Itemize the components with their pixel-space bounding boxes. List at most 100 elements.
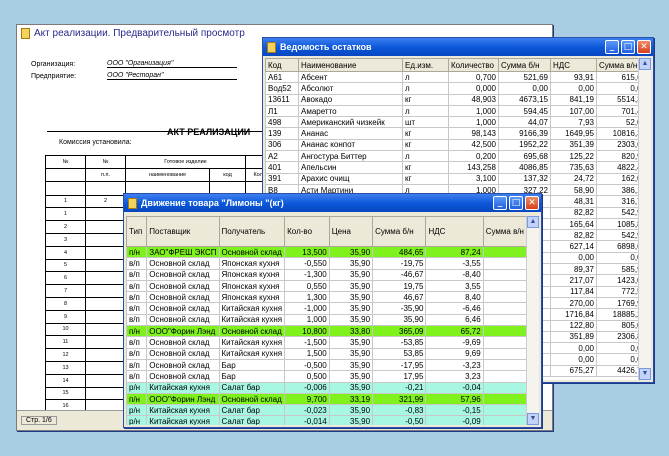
table-row[interactable]: 306 Ананас конпот кг 42,500 1952,22 351,39 230… (265, 138, 649, 152)
table-cell: 8,40 (425, 291, 484, 304)
akt-sub-name: наименование (125, 167, 210, 182)
table-cell: 0,550 (284, 279, 330, 293)
table-cell: Японская кухня (218, 268, 286, 281)
vedomost-scrollbar[interactable]: ▲ ▼ (638, 58, 651, 380)
table-cell: 165,64 (550, 217, 597, 231)
table-cell: -1,300 (284, 268, 330, 281)
dvizhenie-window[interactable]: Движение товара "Лимоны "(кг) _ □ ✕ Тип П… (123, 193, 542, 428)
table-cell: Основной склад (218, 245, 286, 259)
table-cell: Китайская кухня (218, 302, 286, 315)
close-icon[interactable]: ✕ (525, 196, 539, 210)
akt-row-empty (85, 322, 126, 337)
table-row[interactable]: в/п Основной склад Бар 0,500 35,90 17,95 3,23 (126, 370, 527, 383)
table-cell: -0,15 (425, 404, 484, 417)
vedomost-column-header[interactable]: Код (265, 58, 299, 72)
vedomost-column-header[interactable]: НДС (550, 58, 597, 72)
table-row[interactable]: 139 Ананас кг 98,143 9166,39 1649,95 10816,34 (265, 127, 649, 140)
table-row[interactable]: в/п Основной склад Китайская кухня -1,000 35… (126, 302, 527, 315)
table-row[interactable]: п/н ООО"Форин Лэнд Основной склад 10,800 33,… (126, 325, 527, 338)
table-row[interactable]: в/п Основной склад Китайская кухня 1,500 35,… (126, 347, 527, 360)
dvizhenie-scrollbar[interactable]: ▲ ▼ (526, 216, 539, 425)
vedomost-column-header[interactable]: Сумма б/н (498, 58, 551, 72)
table-row[interactable]: Л1 Амаретто л 1,000 594,45 107,00 701,45 (265, 104, 649, 118)
table-cell: Амаретто (298, 104, 403, 118)
vedomost-column-header[interactable]: Количество (448, 58, 499, 72)
scroll-down-icon[interactable]: ▼ (639, 368, 651, 380)
dvizhenie-column-header[interactable]: Тип (126, 216, 148, 247)
table-cell: кг (402, 161, 449, 174)
dvizhenie-column-header[interactable]: Получатель (218, 216, 286, 247)
table-row[interactable]: р/н Китайская кухня Салат бар -0,014 35,90 -0… (126, 415, 527, 425)
table-row[interactable]: в/п Основной склад Японская кухня 1,300 35,9… (126, 291, 527, 304)
vedomost-column-header[interactable]: Наименование (298, 58, 403, 72)
table-cell (482, 392, 527, 406)
table-row[interactable]: п/н ЗАО"ФРЕШ ЭКСП Основной склад 13,500 35,9… (126, 245, 527, 259)
table-cell (482, 257, 527, 270)
table-row[interactable]: в/п Основной склад Японская кухня -1,300 35,… (126, 268, 527, 281)
table-cell: Салат бар (218, 381, 286, 394)
dvizhenie-column-header[interactable]: Цена (328, 216, 374, 247)
table-cell: 217,07 (550, 274, 597, 287)
table-cell: ЗАО"ФРЕШ ЭКСП (146, 245, 220, 259)
dvizhenie-window-controls: _ □ ✕ (493, 196, 539, 210)
maximize-icon[interactable]: □ (509, 196, 523, 210)
table-row[interactable]: в/п Основной склад Китайская кухня 1,000 35,… (126, 313, 527, 327)
table-cell: Л1 (265, 104, 299, 118)
table-cell: Японская кухня (218, 291, 286, 304)
table-row[interactable]: в/п Основной склад Японская кухня 0,550 35,9… (126, 279, 527, 293)
scroll-up-icon[interactable]: ▲ (527, 216, 539, 228)
table-row[interactable]: Вод52Абсолютл0,0000,000,000,00 (265, 82, 649, 95)
table-cell: Основной склад (146, 291, 220, 304)
table-cell: Китайская кухня (146, 381, 220, 394)
dvizhenie-column-header[interactable]: НДС (425, 216, 484, 247)
table-row[interactable]: А2 Ангостура Биттер л 0,200 695,68 125,22 820,… (265, 150, 649, 163)
maximize-icon[interactable]: □ (621, 40, 635, 54)
akt-colnum: 2 (85, 194, 126, 209)
table-cell: 7,93 (550, 116, 597, 129)
table-cell: 44,07 (498, 116, 551, 129)
scroll-up-icon[interactable]: ▲ (639, 58, 651, 70)
dvizhenie-grid[interactable]: Тип Поставщик Получатель Кол-во Цена Сумма б/… (126, 216, 527, 425)
table-cell: 35,90 (328, 358, 374, 372)
akt-row-empty (85, 258, 126, 273)
table-row[interactable]: р/н Китайская кухня Салат бар -0,023 35,90 -0… (126, 404, 527, 417)
table-row[interactable]: 391 Арахис очищ кг 3,100 137,32 24,72 162,04 (265, 172, 649, 185)
table-row[interactable]: п/н ООО"Форин Лэнд Основной склад 9,700 33,1… (126, 392, 527, 406)
table-cell: -0,014 (284, 415, 330, 425)
vedomost-column-header[interactable]: Ед.изм. (402, 58, 449, 72)
table-cell: в/п (126, 347, 148, 360)
table-row[interactable]: в/п Основной склад Китайская кухня -1,500 35… (126, 336, 527, 349)
table-cell: л (402, 82, 449, 95)
dvizhenie-titlebar[interactable]: Движение товара "Лимоны "(кг) _ □ ✕ (124, 194, 541, 212)
table-cell: 365,09 (372, 325, 427, 338)
table-row[interactable]: 401 Апельсин кг 143,258 4086,85 735,63 4822,48 (265, 161, 649, 174)
table-cell: 498 (265, 116, 299, 129)
table-cell: Китайская кухня (218, 336, 286, 349)
scroll-down-icon[interactable]: ▼ (527, 413, 539, 425)
table-cell: 321,99 (372, 392, 427, 406)
table-row[interactable]: А61 Абсент л 0,700 521,69 93,91 615,60 (265, 70, 649, 84)
vedomost-titlebar[interactable]: Ведомость остатков _ □ ✕ (263, 38, 653, 56)
dvizhenie-column-header[interactable]: Поставщик (146, 216, 220, 247)
akt-row-empty (85, 348, 126, 362)
table-cell: 125,22 (550, 150, 597, 163)
close-icon[interactable]: ✕ (637, 40, 651, 54)
minimize-icon[interactable]: _ (605, 40, 619, 54)
table-cell: 93,91 (550, 70, 597, 84)
table-row[interactable]: 13611 Авокадо кг 48,903 4673,15 841,19 5514,34 (265, 93, 649, 106)
table-cell (482, 268, 527, 281)
akt-row-num: 15 (45, 386, 86, 401)
dvizhenie-column-header[interactable]: Кол-во (284, 216, 330, 247)
table-cell: -46,67 (372, 268, 427, 281)
table-row[interactable]: в/п Основной склад Японская кухня -0,550 35,… (126, 257, 527, 270)
dvizhenie-column-header[interactable]: Сумма б/н (372, 216, 427, 247)
dvizhenie-column-header[interactable]: Сумма в/н (482, 216, 527, 247)
table-cell: А61 (265, 70, 299, 84)
table-row[interactable]: в/п Основной склад Бар -0,500 35,90 -17,95 -3,… (126, 358, 527, 372)
table-row[interactable]: 498 Американский чизкейк шт 1,000 44,07 7,93 5… (265, 116, 649, 129)
minimize-icon[interactable]: _ (493, 196, 507, 210)
table-row[interactable]: р/н Китайская кухня Салат бар -0,006 35,90 -0… (126, 381, 527, 394)
table-cell: 13611 (265, 93, 299, 106)
table-cell: 65,72 (425, 325, 484, 338)
table-cell: 35,90 (328, 291, 374, 304)
